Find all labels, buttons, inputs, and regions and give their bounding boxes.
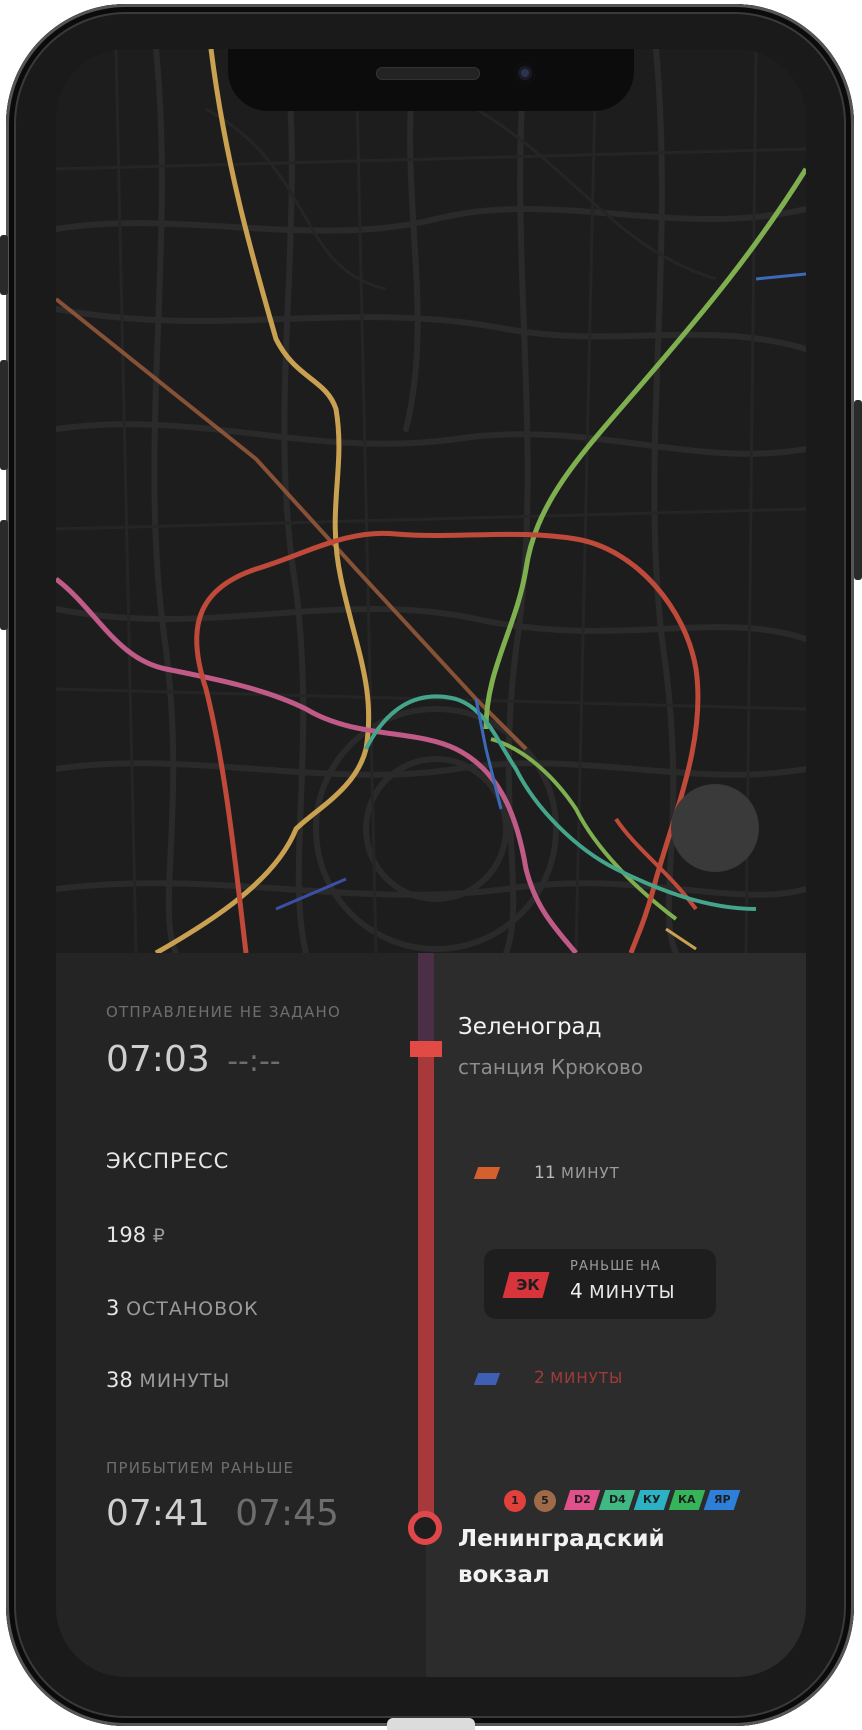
destination-name-line1: Ленинградский [458,1526,665,1552]
price-currency: ₽ [152,1225,166,1247]
option-late-time: 2 МИНУТЫ [534,1368,623,1388]
option-late-unit: МИНУТЫ [550,1369,624,1387]
arrival-time-secondary: 07:45 [235,1493,339,1534]
origin-name: Зеленоград [458,1014,602,1040]
train-type-icon [473,1373,501,1385]
duration-unit: МИНУТЫ [139,1370,231,1392]
departure-time-placeholder: --:-- [227,1044,281,1079]
express-label: РАНЬШЕ НА [570,1259,662,1274]
express-time-value: 4 [570,1279,583,1303]
duration-value: 38 [106,1368,133,1392]
option-express-card[interactable]: ЭК РАНЬШЕ НА 4 МИНУТЫ [484,1249,716,1319]
trip-info-panel: ОТПРАВЛЕНИЕ НЕ ЗАДАНО 07:03 --:-- ЭКСПРЕ… [56,953,426,1677]
departure-time[interactable]: 07:03 --:-- [106,1039,281,1080]
express-badge-label: ЭК [516,1276,540,1294]
price: 198 ₽ [106,1223,166,1247]
destination-name-line2: вокзал [458,1562,550,1588]
route-timeline-past [418,953,434,1043]
arrival-marker [408,1511,442,1545]
option-standard-unit: МИНУТ [561,1164,620,1182]
express-time: 4 МИНУТЫ [570,1279,675,1303]
front-camera [514,62,536,84]
home-indicator [387,1718,475,1730]
line-badge: 1 [504,1490,526,1512]
departure-label: ОТПРАВЛЕНИЕ НЕ ЗАДАНО [106,1003,342,1021]
stops: 3 ОСТАНОВОК [106,1296,259,1320]
train-type-icon [473,1167,501,1179]
option-late-value: 2 [534,1368,545,1388]
stops-unit: ОСТАНОВОК [126,1298,259,1320]
locate-button[interactable] [671,784,759,872]
arrival-time-primary: 07:41 [106,1493,210,1534]
arrival-times: 07:41 07:45 [106,1493,339,1534]
price-value: 198 [106,1223,147,1247]
line-badge: 5 [534,1490,556,1512]
departure-time-value: 07:03 [106,1039,210,1080]
stops-value: 3 [106,1296,120,1320]
option-standard-value: 11 [534,1163,556,1183]
option-late[interactable]: 2 МИНУТЫ [473,1365,716,1405]
volume-down-button [0,520,8,630]
option-standard[interactable]: 11 МИНУТ [473,1159,716,1199]
map[interactable] [56,49,806,953]
origin-station: станция Крюково [458,1055,644,1079]
option-standard-time: 11 МИНУТ [534,1163,620,1183]
express-time-unit: МИНУТЫ [589,1282,676,1303]
departure-marker [410,1041,442,1057]
arrival-label: ПРИБЫТИЕМ РАНЬШЕ [106,1459,295,1477]
train-type: ЭКСПРЕСС [106,1149,230,1173]
notch [228,49,634,111]
speaker [376,67,480,80]
power-button [854,400,862,580]
volume-up-button [0,360,8,470]
screen: ОТПРАВЛЕНИЕ НЕ ЗАДАНО 07:03 --:-- ЭКСПРЕ… [56,49,806,1677]
duration: 38 МИНУТЫ [106,1368,230,1392]
mute-switch [0,235,8,295]
destination-name: Ленинградский вокзал [458,1521,665,1593]
